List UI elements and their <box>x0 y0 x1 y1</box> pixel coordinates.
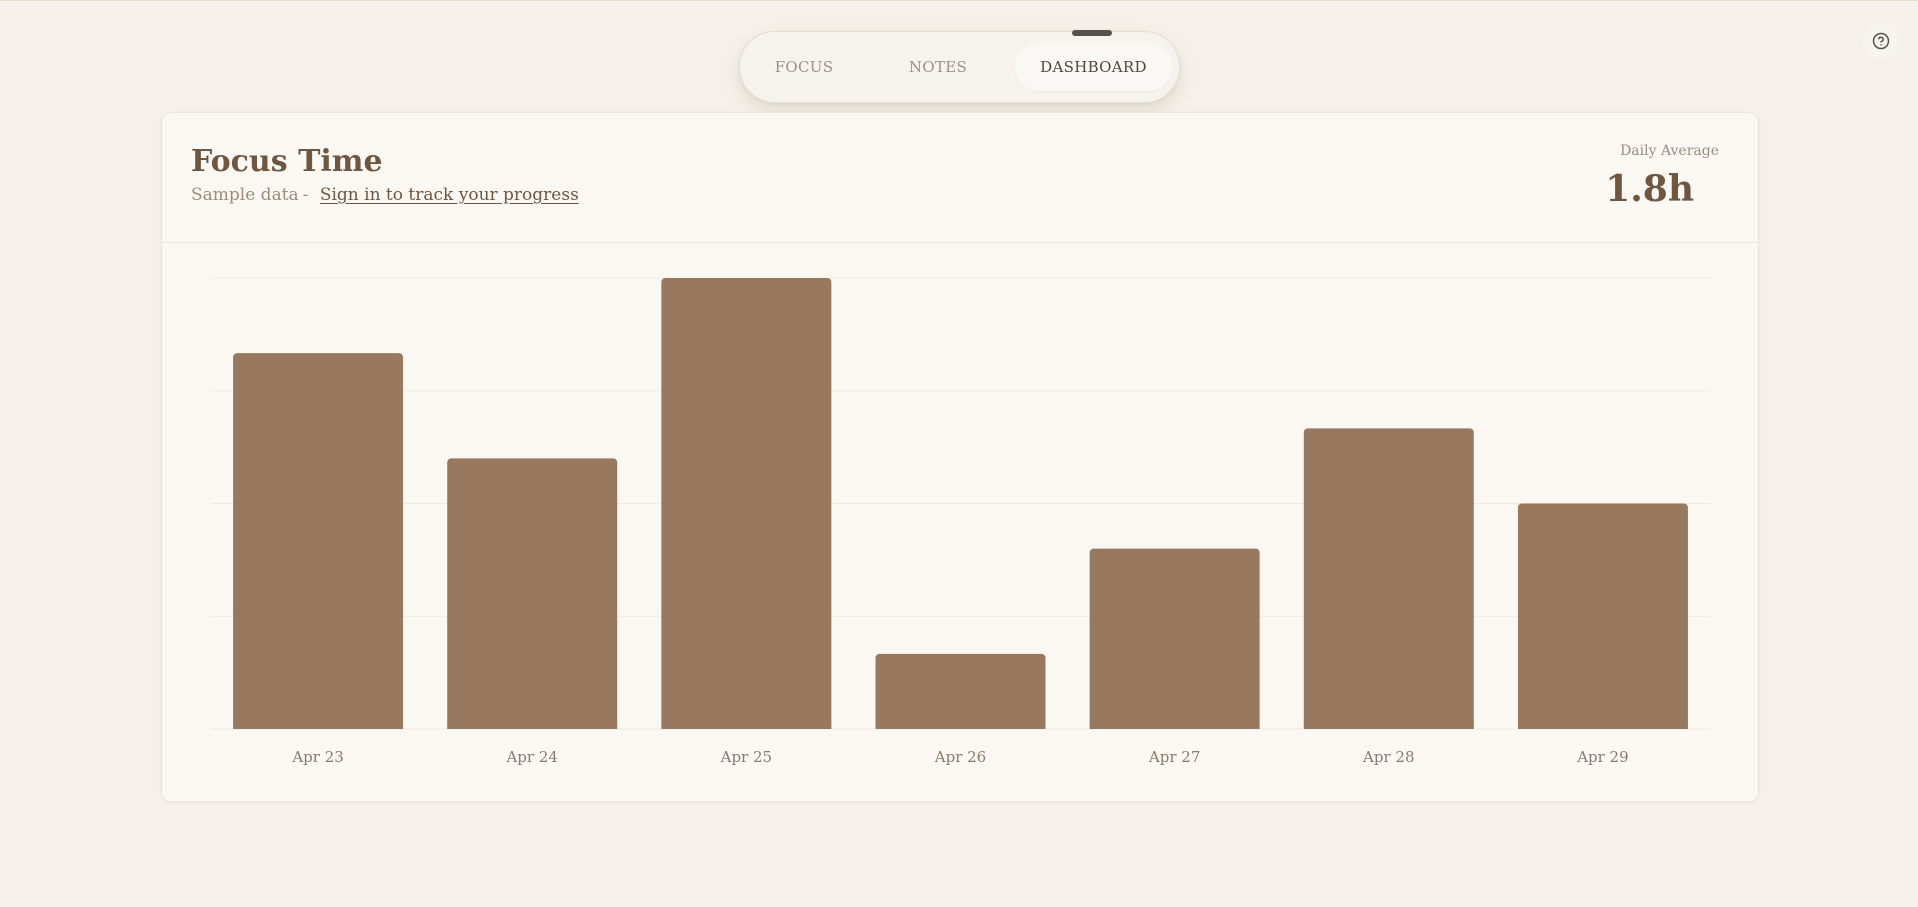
bar-base-apr-26 <box>875 724 1046 729</box>
sign-in-link[interactable]: Sign in to track your progress <box>320 185 579 205</box>
focus-time-bar-chart: Apr 23 Apr 24 Apr 25 Apr 26 Apr 27 Apr 28 Apr … <box>211 277 1710 766</box>
subtitle-separator: - <box>302 185 309 205</box>
active-tab-indicator <box>1072 30 1112 36</box>
bar-apr-25 <box>661 278 832 729</box>
x-tick-label: Apr 23 <box>291 748 343 766</box>
tab-notes[interactable]: NOTES <box>900 43 976 91</box>
bar-apr-23 <box>233 353 404 729</box>
bar-apr-28 <box>1303 428 1474 729</box>
card-subtitle: Sample data - Sign in to track your progr… <box>191 185 579 205</box>
bar-apr-26 <box>875 653 1046 729</box>
daily-average-label: Daily Average <box>1620 143 1719 159</box>
x-tick-label: Apr 26 <box>934 748 986 766</box>
bar-apr-24 <box>447 458 618 729</box>
daily-average-value: 1.8h <box>1605 168 1694 210</box>
bar-base-apr-25 <box>661 724 832 729</box>
bar-base-apr-23 <box>233 724 404 729</box>
tab-focus[interactable]: FOCUS <box>772 43 836 91</box>
card-header: Focus Time Sample data - Sign in to track… <box>162 113 1758 243</box>
x-tick-label: Apr 24 <box>505 748 557 766</box>
bar-base-apr-28 <box>1303 724 1474 729</box>
x-tick-label: Apr 27 <box>1148 748 1200 766</box>
view-switcher: FOCUS NOTES DASHBOARD <box>739 30 1180 103</box>
x-tick-label: Apr 29 <box>1576 748 1628 766</box>
card-title: Focus Time <box>191 144 383 179</box>
tab-dashboard[interactable]: DASHBOARD <box>1015 43 1172 91</box>
bar-base-apr-27 <box>1089 724 1260 729</box>
sample-data-note: Sample data <box>191 185 299 205</box>
bar-apr-27 <box>1089 548 1260 729</box>
help-circle-icon <box>1872 32 1890 50</box>
bar-base-apr-29 <box>1517 724 1688 729</box>
focus-time-card: Focus Time Sample data - Sign in to track… <box>161 112 1759 802</box>
x-tick-label: Apr 25 <box>720 748 772 766</box>
top-border <box>0 0 1918 1</box>
bar-apr-29 <box>1517 503 1688 729</box>
x-tick-label: Apr 28 <box>1362 748 1414 766</box>
help-button[interactable] <box>1863 23 1899 59</box>
bar-base-apr-24 <box>447 724 618 729</box>
